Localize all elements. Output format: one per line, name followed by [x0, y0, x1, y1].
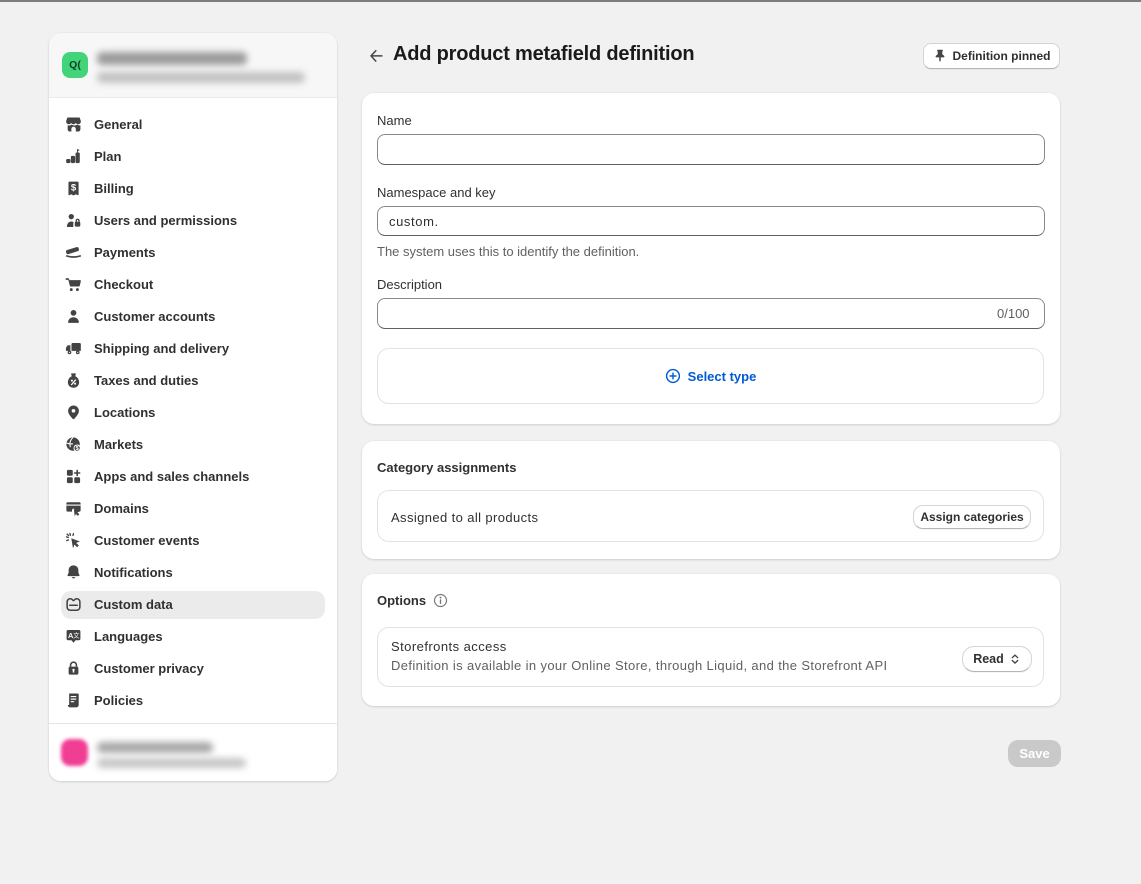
svg-text:$: $ [76, 446, 79, 452]
svg-text:$: $ [71, 183, 77, 194]
svg-text:文: 文 [73, 631, 80, 640]
